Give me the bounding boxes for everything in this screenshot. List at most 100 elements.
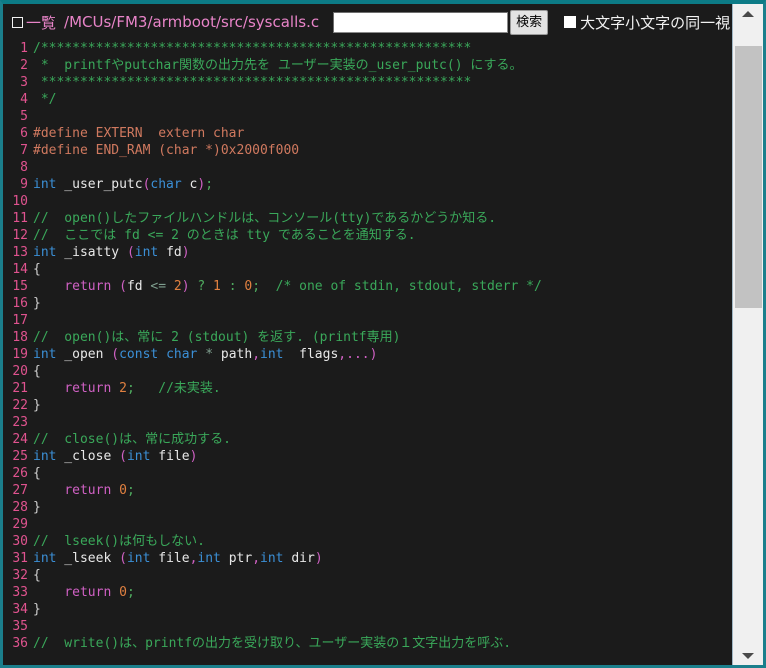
code-token: ( (126, 245, 135, 260)
line-number: 34 (12, 602, 28, 617)
line-number: 13 (12, 245, 28, 260)
line-number: 25 (12, 449, 28, 464)
code-line[interactable]: 30 // lseek()は何もしない. (3, 533, 732, 550)
code-line[interactable]: 12 // ここでは fd <= 2 のときは tty であることを通知する. (3, 227, 732, 244)
search-input[interactable] (333, 11, 509, 33)
code-token: * (197, 347, 221, 362)
code-token: } (33, 500, 41, 515)
code-line[interactable]: 26 { (3, 465, 732, 482)
code-line[interactable]: 15 return (fd <= 2) ? 1 : 0; /* one of s… (3, 278, 732, 295)
code-line[interactable]: 36 // write()は、printfの出力を受け取り、ユーザー実装の１文字出… (3, 635, 732, 652)
code-token: return (64, 381, 112, 396)
code-token: } (33, 602, 41, 617)
code-line[interactable]: 8 (3, 159, 732, 176)
code-line[interactable]: 5 (3, 108, 732, 125)
code-line[interactable]: 28} (3, 499, 732, 516)
line-number: 12 (12, 228, 28, 243)
code-line[interactable]: 19 int _open (const char * path,int flags… (3, 346, 732, 363)
code-token: char (150, 177, 182, 192)
code-line[interactable]: 9 int _user_putc(char c); (3, 176, 732, 193)
code-line[interactable]: 3 **************************************… (3, 74, 732, 91)
file-list-label: 一覧 (26, 13, 57, 32)
code-token: ) (181, 279, 190, 294)
code-line-content: return 0; (33, 584, 135, 601)
code-line[interactable]: 14 { (3, 261, 732, 278)
code-token: ( (119, 551, 127, 566)
code-viewer-window: 一覧 /MCUs/FM3/armboot/src/syscalls.c 検索 大… (0, 0, 766, 668)
code-line[interactable]: 1 /**************************************… (3, 40, 732, 57)
code-line[interactable]: 22} (3, 397, 732, 414)
code-line-content: int _isatty (int fd) (33, 244, 190, 261)
code-line[interactable]: 13 int _isatty (int fd) (3, 244, 732, 261)
code-token: #define EXTERN extern char (33, 126, 245, 141)
line-number: 36 (12, 636, 28, 651)
code-token: : (220, 279, 245, 294)
code-line-content: #define END_RAM (char *)0x2000f000 (33, 142, 299, 159)
code-line[interactable]: 7 #define END_RAM (char *)0x2000f000 (3, 142, 732, 159)
code-token: ( (119, 279, 127, 294)
code-token: 1 (213, 279, 221, 294)
code-line[interactable]: 23 (3, 414, 732, 431)
code-line[interactable]: 33 return 0; (3, 584, 732, 601)
scrollbar-thumb[interactable] (735, 46, 762, 308)
line-number: 28 (12, 500, 28, 515)
code-line[interactable]: 11 // open()したファイルハンドルは、コンソール(tty)であるかどうか… (3, 210, 732, 227)
code-line[interactable]: 25 int _close (int file) (3, 448, 732, 465)
line-number: 22 (12, 398, 28, 413)
code-token: ) (189, 449, 198, 464)
line-number: 3 (20, 75, 28, 90)
code-token: _lseek (56, 551, 120, 566)
code-token: int (33, 551, 57, 566)
search-button[interactable]: 検索 (510, 9, 549, 35)
code-line[interactable]: 20 { (3, 363, 732, 380)
line-number: 15 (12, 279, 28, 294)
code-line-content: } (33, 397, 41, 414)
code-line[interactable]: 16} (3, 295, 732, 312)
code-line[interactable]: 24 // close()は、常に成功する. (3, 431, 732, 448)
scroll-down-arrow-icon[interactable] (733, 646, 763, 665)
code-token: flags (283, 347, 339, 362)
code-line[interactable]: 35 (3, 618, 732, 635)
code-token: fd (158, 245, 182, 260)
code-line-content: // lseek()は何もしない. (33, 533, 205, 550)
code-line[interactable]: 17 (3, 312, 732, 329)
code-line-content: int _open (const char * path,int flags,.… (33, 346, 377, 363)
code-token: ; (205, 177, 214, 192)
line-number: 23 (12, 415, 28, 430)
file-list-toggle[interactable]: 一覧 (12, 12, 56, 33)
case-insensitive-checkbox[interactable]: 大文字小文字の同一視 (564, 12, 730, 33)
code-line[interactable]: 31 int _lseek (int file,int ptr,int dir) (3, 550, 732, 567)
code-token: file (150, 551, 190, 566)
code-token: return (64, 483, 112, 498)
code-token: ; (252, 279, 261, 294)
code-token: // lseek()は何もしない. (33, 534, 205, 549)
code-token: fd (126, 279, 143, 294)
code-line-content: { (33, 465, 41, 482)
code-token: // close()は、常に成功する. (33, 432, 231, 447)
code-token: * printfやputchar関数の出力先を ユーザー実装の_user_put… (33, 58, 523, 73)
code-line[interactable]: 18 // open()は、常に 2 (stdout) を返す. (printf専… (3, 329, 732, 346)
code-line[interactable]: 4 */ (3, 91, 732, 108)
line-number: 20 (12, 364, 28, 379)
code-line[interactable]: 21 return 2; //未実装. (3, 380, 732, 397)
code-line-content: ****************************************… (33, 74, 471, 91)
code-line[interactable]: 34} (3, 601, 732, 618)
code-line[interactable]: 6 #define EXTERN extern char (3, 125, 732, 142)
code-line[interactable]: 29 (3, 516, 732, 533)
scroll-up-arrow-icon[interactable] (733, 4, 763, 23)
code-token: int (260, 551, 284, 566)
code-editor[interactable]: 1 /**************************************… (3, 40, 732, 665)
code-line[interactable]: 2 * printfやputchar関数の出力先を ユーザー実装の_user_p… (3, 57, 732, 74)
code-line[interactable]: 32 { (3, 567, 732, 584)
code-token: const char (119, 347, 198, 362)
code-token: ; (126, 585, 135, 600)
line-number: 4 (20, 92, 28, 107)
code-line[interactable]: 10 (3, 193, 732, 210)
code-line-content: // ここでは fd <= 2 のときは tty であることを通知する. (33, 227, 416, 244)
checkbox-square-icon (12, 16, 23, 28)
code-token: _open (56, 347, 112, 362)
code-line[interactable]: 27 return 0; (3, 482, 732, 499)
vertical-scrollbar[interactable] (732, 4, 763, 665)
toolbar: 一覧 /MCUs/FM3/armboot/src/syscalls.c 検索 大… (3, 4, 732, 40)
